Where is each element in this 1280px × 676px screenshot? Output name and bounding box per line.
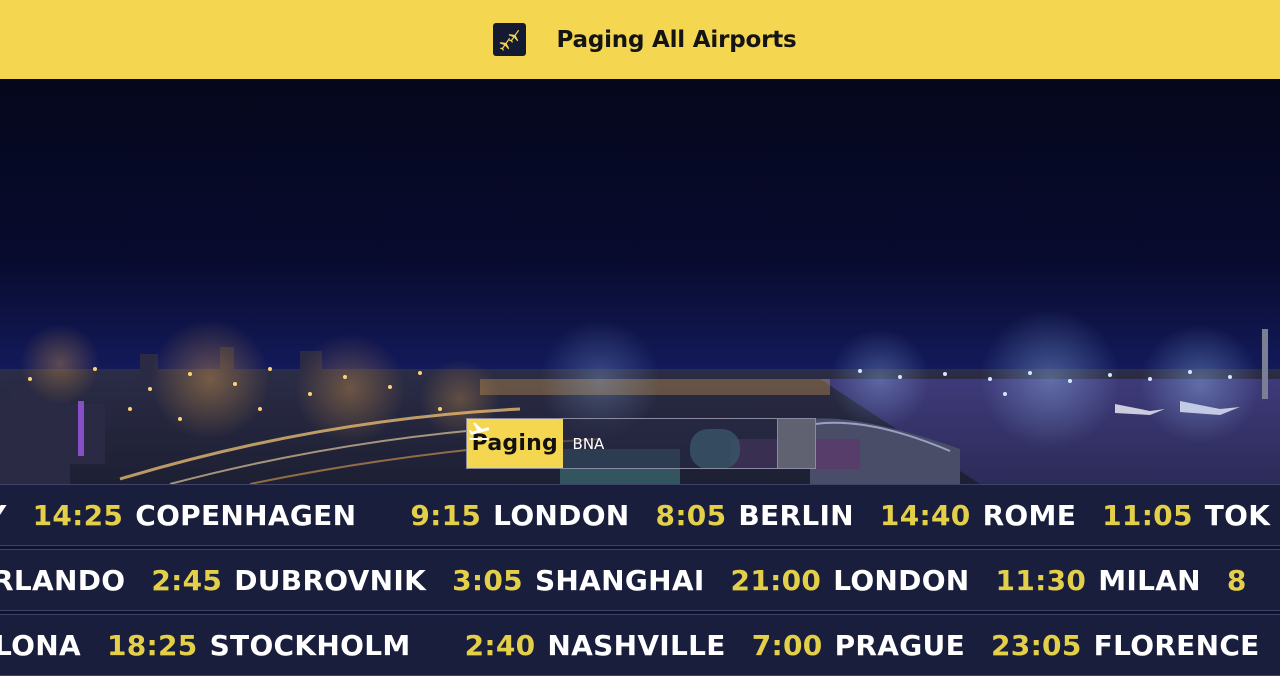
top-bar: Paging All Airports	[0, 0, 1280, 79]
board-entry: 14:25 COPENHAGEN	[32, 498, 357, 532]
board-entry: 7:00 PRAGUE	[751, 628, 965, 662]
board-entry: 2:40 NASHVILLE	[464, 628, 726, 662]
board-entry: 21:00 LONDON	[730, 563, 970, 597]
board-entry: LONA	[0, 628, 81, 662]
board-entry: 3:05 SHANGHAI	[452, 563, 705, 597]
brand[interactable]: Paging All Airports	[493, 23, 797, 56]
airplanes-icon	[493, 23, 527, 56]
board-entry: Y	[0, 499, 7, 532]
board-entry: 2:45 DUBROVNIK	[151, 563, 427, 597]
board-entry: 11:30 MILAN	[995, 563, 1201, 597]
page-title: Paging All Airports	[556, 26, 797, 53]
hero-airport-night-image: Paging	[0, 79, 1280, 484]
departures-board: Y 14:25COPENHAGEN 9:15LONDON 8:05BERLIN …	[0, 484, 1280, 676]
airport-code-input[interactable]	[562, 419, 777, 468]
board-entry: 11:05 TOK	[1102, 498, 1271, 532]
paging-search-form: Paging	[466, 418, 816, 469]
submit-button[interactable]	[468, 419, 815, 468]
board-entry: 8:05 BERLIN	[655, 498, 854, 532]
board-entry: 23:05 FLORENCE	[991, 628, 1260, 662]
board-entry: 14:40 ROME	[879, 498, 1077, 532]
board-row-2: RLANDO 2:45 DUBROVNIK 3:05 SHANGHAI 21:00 L…	[0, 549, 1280, 611]
board-entry: 8	[1226, 563, 1247, 597]
board-entry: 18:25 STOCKHOLM	[106, 628, 411, 662]
board-entry: 9:15 LONDON	[410, 498, 630, 532]
board-row-1: Y 14:25COPENHAGEN 9:15LONDON 8:05BERLIN …	[0, 484, 1280, 546]
board-entry: RLANDO	[0, 563, 126, 597]
board-row-3: LONA 18:25 STOCKHOLM 2:40 NASHVILLE 7:00 PR…	[0, 614, 1280, 676]
